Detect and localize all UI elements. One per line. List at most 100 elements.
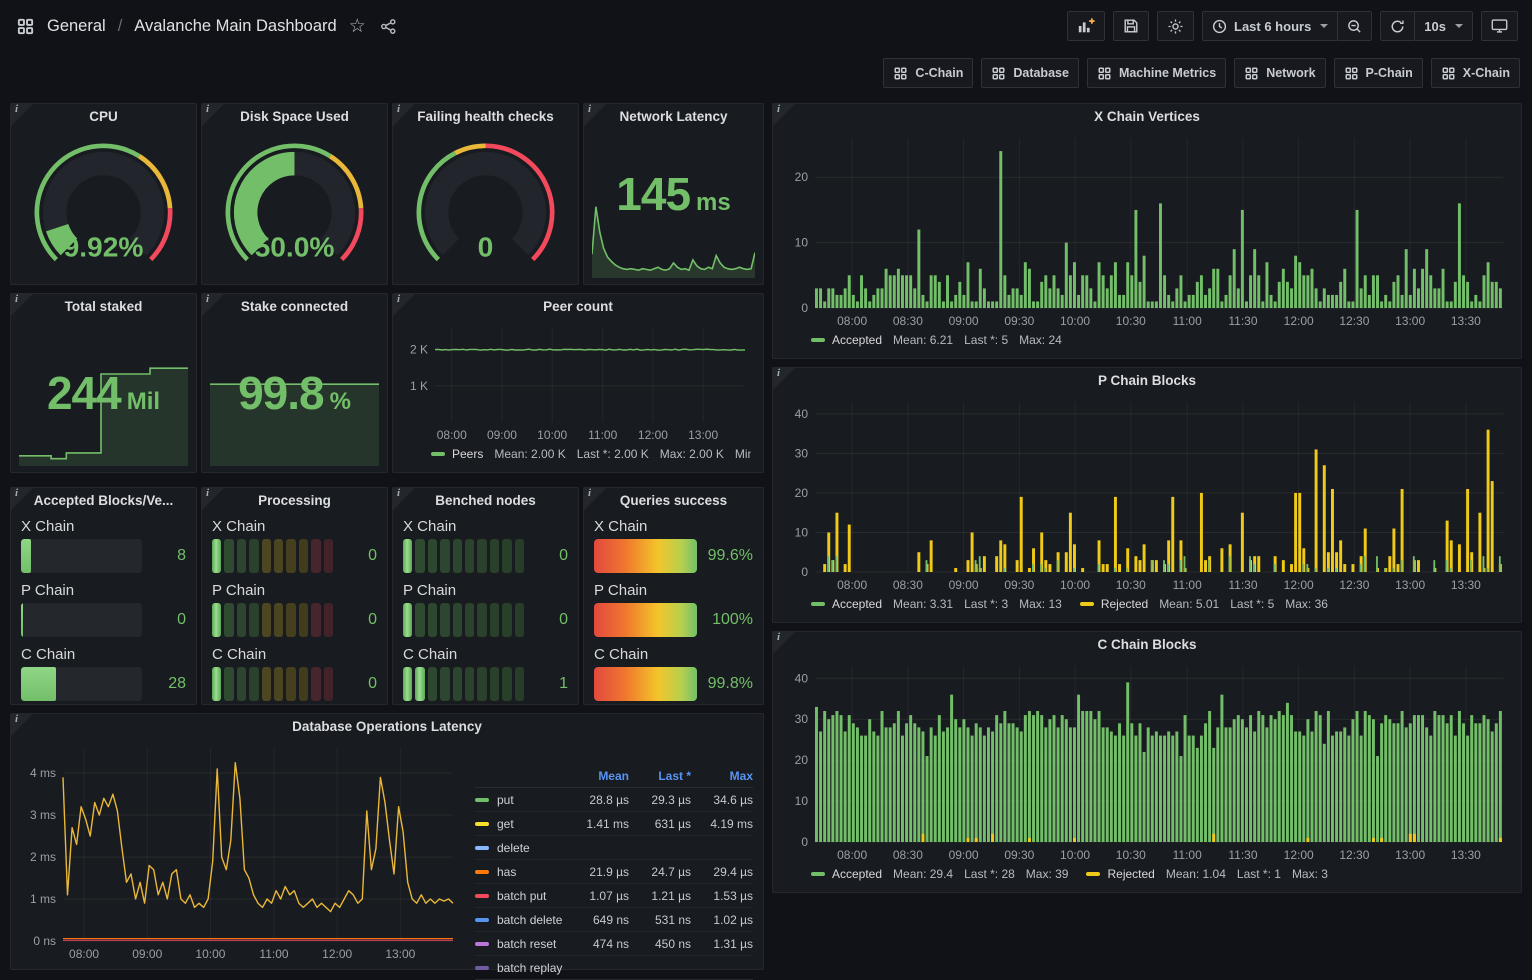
row-label: C Chain: [212, 646, 377, 663]
panel-info-icon[interactable]: i: [202, 488, 224, 510]
gauge-segment: [274, 539, 283, 573]
panel-info-icon[interactable]: i: [11, 488, 33, 510]
kiosk-mode-button[interactable]: [1481, 11, 1518, 41]
series-name[interactable]: batch replay: [497, 961, 562, 975]
clock-icon: [1212, 19, 1227, 34]
series-name[interactable]: batch reset: [497, 937, 556, 951]
panel-info-icon[interactable]: i: [584, 104, 606, 126]
series-name[interactable]: Accepted: [832, 333, 882, 347]
legend-item: AcceptedMean: 29.4Last *: 28Max: 39: [811, 867, 1068, 881]
panel-title[interactable]: Stake connected: [202, 294, 387, 320]
svg-text:08:30: 08:30: [893, 848, 923, 862]
dashboard-link-database[interactable]: Database: [981, 58, 1079, 88]
bar-track: [21, 603, 142, 637]
panel-title[interactable]: X Chain Vertices: [773, 104, 1521, 130]
panel-title[interactable]: Processing: [202, 488, 387, 514]
panel-info-icon[interactable]: i: [584, 488, 606, 510]
peer-count-chart[interactable]: 1 K2 K08:0009:0010:0011:0012:0013:00: [401, 320, 755, 444]
panel-title[interactable]: P Chain Blocks: [773, 368, 1521, 394]
series-name[interactable]: get: [497, 817, 514, 831]
disk-gauge-chart[interactable]: 50.0%: [210, 130, 379, 278]
gauge-segment: [465, 603, 474, 637]
apps-grid-icon[interactable]: [14, 15, 37, 38]
panel-title[interactable]: Accepted Blocks/Ve...: [11, 488, 196, 514]
chart-legend: AcceptedMean: 3.31Last *: 3Max: 13Reject…: [811, 594, 1509, 614]
zoom-out-time-button[interactable]: [1337, 11, 1372, 41]
link-label: Database: [1013, 66, 1069, 80]
panel-title[interactable]: Peer count: [393, 294, 763, 320]
panel-info-icon[interactable]: i: [393, 294, 415, 316]
panel-info-icon[interactable]: i: [202, 104, 224, 126]
refresh-interval-label: 10s: [1424, 19, 1446, 34]
legend-col-max[interactable]: Max: [691, 769, 753, 783]
dashboard-link-c-chain[interactable]: C-Chain: [883, 58, 973, 88]
series-swatch: [811, 338, 825, 342]
dashboard-link-network[interactable]: Network: [1234, 58, 1325, 88]
series-name[interactable]: Accepted: [832, 597, 882, 611]
panel-info-icon[interactable]: i: [393, 488, 415, 510]
series-name[interactable]: batch put: [497, 889, 546, 903]
panel-title[interactable]: Total staked: [11, 294, 196, 320]
panel-info-icon[interactable]: i: [773, 104, 795, 126]
grafana-dashboard: General / Avalanche Main Dashboard ☆: [0, 0, 1532, 975]
series-name[interactable]: put: [497, 793, 514, 807]
panel-info-icon[interactable]: i: [11, 714, 33, 736]
svg-text:09:00: 09:00: [949, 314, 979, 328]
save-dashboard-button[interactable]: [1113, 11, 1149, 41]
panel-title[interactable]: C Chain Blocks: [773, 632, 1521, 658]
gauge-segment: [224, 603, 233, 637]
legend-col-last[interactable]: Last *: [629, 769, 691, 783]
series-name[interactable]: batch delete: [497, 913, 562, 927]
panel-title[interactable]: CPU: [11, 104, 196, 130]
svg-text:11:30: 11:30: [1228, 314, 1257, 328]
panel-info-icon[interactable]: i: [202, 294, 224, 316]
dashboard-link-x-chain[interactable]: X-Chain: [1431, 58, 1520, 88]
add-panel-button[interactable]: [1067, 11, 1105, 41]
star-icon[interactable]: ☆: [347, 15, 368, 38]
db-latency-chart[interactable]: 0 ns1 ms2 ms3 ms4 ms08:0009:0010:0011:00…: [19, 740, 463, 963]
panel-info-icon[interactable]: i: [773, 368, 795, 390]
dashboard-link-machine-metrics[interactable]: Machine Metrics: [1087, 58, 1226, 88]
panel-title[interactable]: Network Latency: [584, 104, 763, 130]
series-last: 531 ns: [629, 913, 691, 927]
breadcrumb-section[interactable]: General: [47, 17, 106, 36]
legend-col-mean[interactable]: Mean: [567, 769, 629, 783]
series-stat: Last *: 5: [1230, 597, 1274, 611]
panel-title[interactable]: Database Operations Latency: [11, 714, 763, 740]
health-gauge-chart[interactable]: 0: [401, 130, 570, 278]
panel-title[interactable]: Queries success: [584, 488, 763, 514]
x-chain-vertices-chart[interactable]: 0102008:0008:3009:0009:3010:0010:3011:00…: [781, 130, 1513, 330]
c-chain-blocks-chart[interactable]: 01020304008:0008:3009:0009:3010:0010:301…: [781, 658, 1513, 864]
share-icon[interactable]: [378, 16, 399, 37]
panel-title[interactable]: Disk Space Used: [202, 104, 387, 130]
p-chain-blocks-chart[interactable]: 01020304008:0008:3009:0009:3010:0010:301…: [781, 394, 1513, 594]
svg-text:20: 20: [795, 753, 809, 767]
series-name[interactable]: Peers: [452, 447, 483, 461]
latency-sparkline[interactable]: [592, 201, 755, 278]
series-name[interactable]: delete: [497, 841, 530, 855]
time-range-picker[interactable]: Last 6 hours: [1202, 11, 1338, 41]
legend-row: batch put1.07 µs1.21 µs1.53 µs: [475, 884, 753, 908]
series-name[interactable]: has: [497, 865, 516, 879]
panel-info-icon[interactable]: i: [773, 632, 795, 654]
dashboard-settings-button[interactable]: [1157, 11, 1194, 41]
series-name[interactable]: Accepted: [832, 867, 882, 881]
series-mean: 1.07 µs: [567, 889, 629, 903]
gauge-segment: [465, 539, 474, 573]
panel-info-icon[interactable]: i: [11, 294, 33, 316]
refresh-interval-dropdown[interactable]: 10s: [1414, 11, 1473, 41]
panel-info-icon[interactable]: i: [393, 104, 415, 126]
series-mean: 649 ns: [567, 913, 629, 927]
series-name[interactable]: Rejected: [1107, 867, 1154, 881]
refresh-button[interactable]: [1380, 11, 1415, 41]
series-max: 1.53 µs: [691, 889, 753, 903]
panel-title[interactable]: Failing health checks: [393, 104, 578, 130]
series-name[interactable]: Rejected: [1101, 597, 1148, 611]
panel-info-icon[interactable]: i: [11, 104, 33, 126]
cpu-gauge-chart[interactable]: 9.92%: [19, 130, 188, 278]
series-max: 29.4 µs: [691, 865, 753, 879]
panel-title[interactable]: Benched nodes: [393, 488, 578, 514]
gear-icon: [1167, 18, 1184, 35]
svg-text:12:00: 12:00: [1284, 314, 1314, 328]
dashboard-link-p-chain[interactable]: P-Chain: [1334, 58, 1423, 88]
